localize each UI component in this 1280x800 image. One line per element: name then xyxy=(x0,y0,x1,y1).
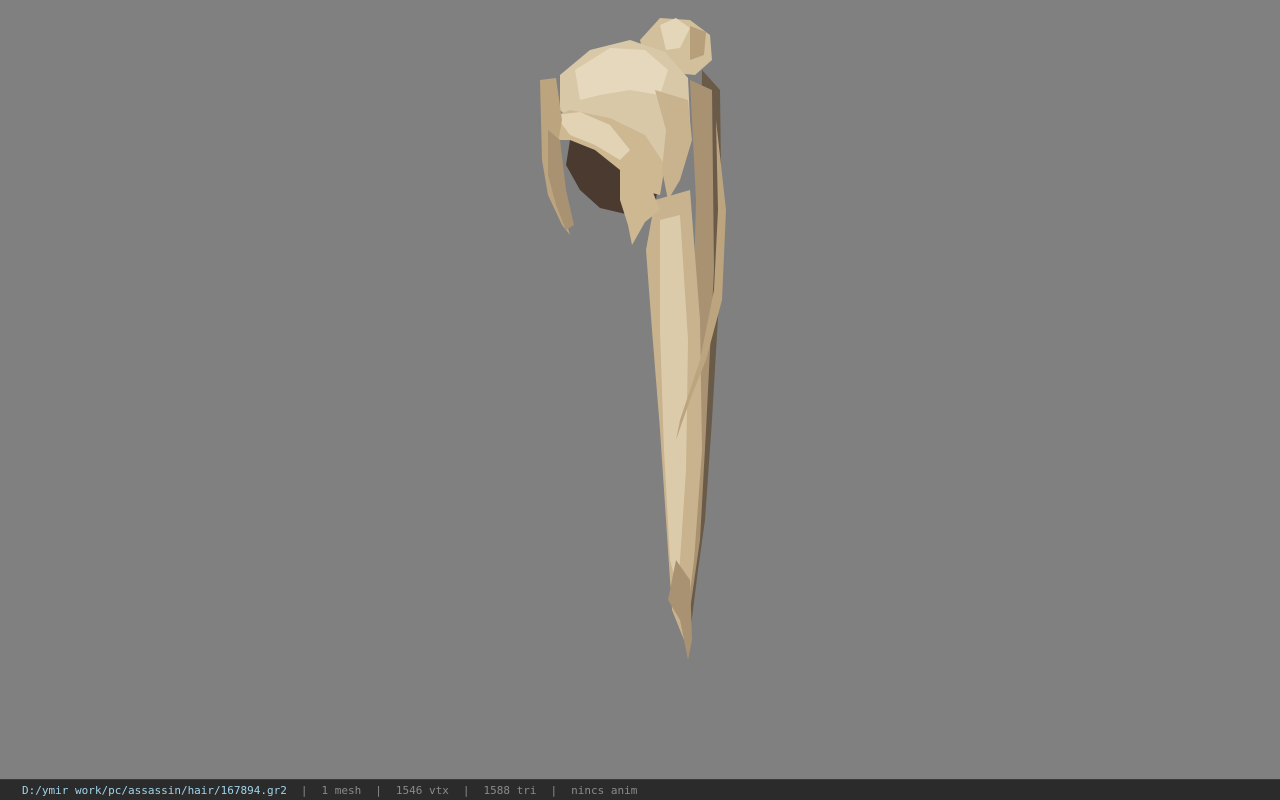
3d-viewport[interactable] xyxy=(0,0,1280,779)
separator: | xyxy=(300,783,308,797)
mesh-count-label: 1 mesh xyxy=(321,783,362,797)
triangle-count-label: 1588 tri xyxy=(483,783,537,797)
separator: | xyxy=(375,783,382,797)
vertex-count-label: 1546 vtx xyxy=(395,783,449,797)
separator: | xyxy=(462,783,470,797)
separator: | xyxy=(550,783,558,797)
hair-mesh-model[interactable] xyxy=(0,0,1280,779)
status-bar: D:/ymir work/pc/assassin/hair/167894.gr2… xyxy=(0,779,1280,800)
animation-status-label: nincs anim xyxy=(571,783,638,797)
file-path-label: D:/ymir work/pc/assassin/hair/167894.gr2 xyxy=(22,783,287,797)
